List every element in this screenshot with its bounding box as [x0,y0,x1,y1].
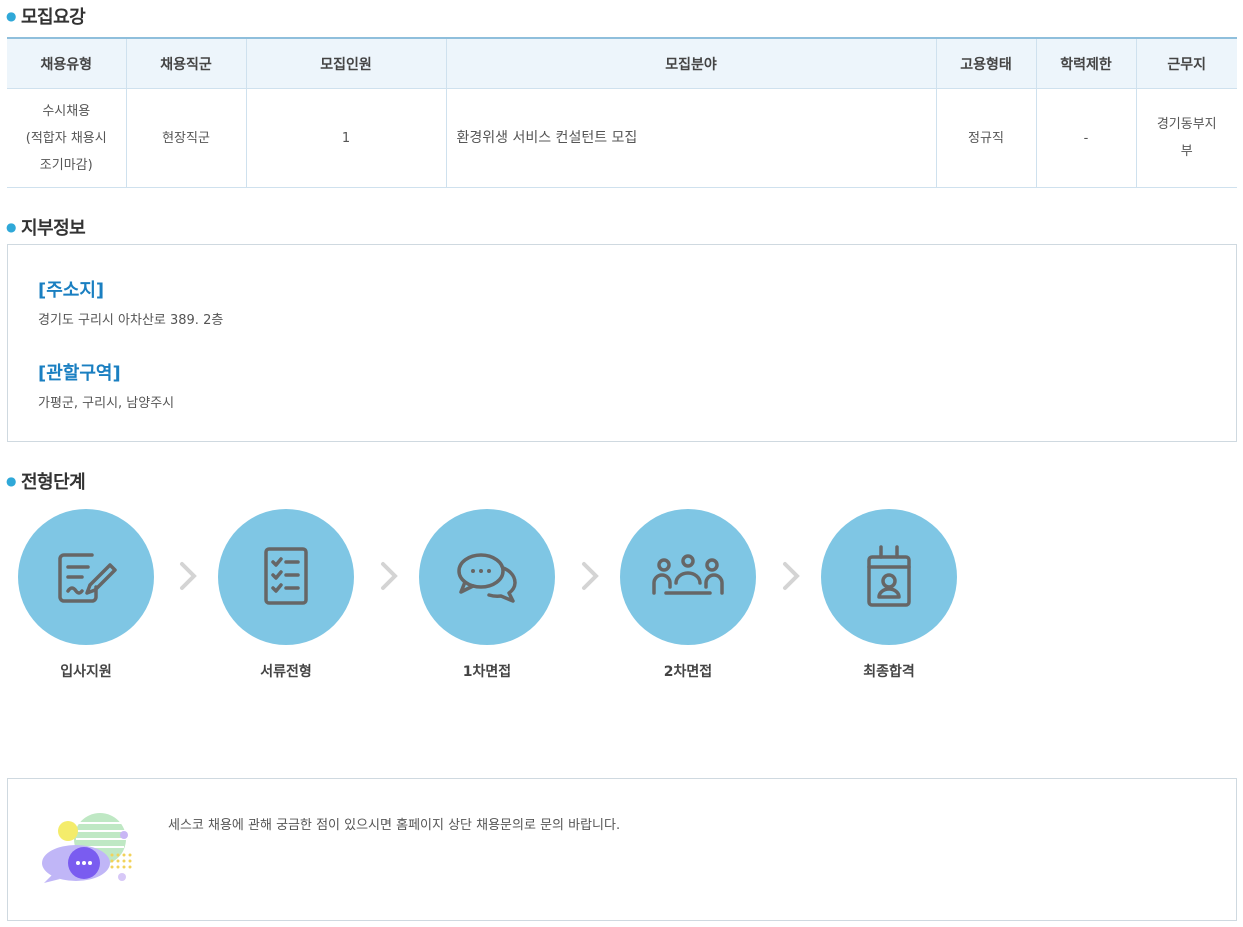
branch-info-box: [주소지] 경기도 구리시 아차산로 389. 2층 [관할구역] 가평군, 구… [7,244,1237,442]
chevron-right-icon [783,562,800,590]
step-circle [18,509,154,645]
cell-group: 현장직군 [126,88,247,188]
id-badge-icon [867,545,911,607]
header-type: 채용유형 [7,37,127,89]
checklist-icon [264,547,308,605]
cell-type: 수시채용 (적합자 채용시 조기마감) [7,88,127,188]
step-label: 2차면접 [663,664,713,680]
step-circle [419,509,555,645]
process-section-title: ● 전형단계 [6,472,86,493]
step-final-pass: 최종합격 [821,509,957,681]
step-application: 입사지원 [18,509,154,681]
chevron-right-icon [381,562,398,590]
step-first-interview: 1차면접 [419,509,555,681]
address-heading: [주소지] [38,280,105,301]
table-row: 수시채용 (적합자 채용시 조기마감) 현장직군 1 환경위생 서비스 컨설턴트… [7,88,1237,188]
header-location: 근무지 [1136,37,1237,89]
chat-bubbles-icon [457,553,517,603]
notice-text: 세스코 채용에 관해 궁금한 점이 있으시면 홈페이지 상단 채용문의로 문의 … [168,818,621,833]
header-count: 모집인원 [246,37,447,89]
chevron-right-icon [582,562,599,590]
header-education: 학력제한 [1036,37,1137,89]
chevron-right-icon [180,562,197,590]
recruit-section-title: ● 모집요강 [6,7,86,28]
step-circle [620,509,756,645]
step-second-interview: 2차면접 [620,509,756,681]
step-label: 1차면접 [462,664,512,680]
step-label: 서류전형 [260,664,312,680]
cell-count: 1 [246,88,447,188]
chat-illustration-icon [42,813,132,883]
step-label: 최종합격 [863,664,915,680]
cell-employment: 정규직 [936,88,1037,188]
step-circle [821,509,957,645]
recruit-table: 채용유형 채용직군 모집인원 모집분야 고용형태 학력제한 근무지 수시채용 (… [7,37,1237,188]
bullet-icon: ● [6,220,16,234]
step-label: 입사지원 [60,664,112,680]
cell-location: 경기동부지 부 [1136,88,1237,188]
header-group: 채용직군 [126,37,247,89]
application-form-icon [58,553,117,603]
table-header-row: 채용유형 채용직군 모집인원 모집분야 고용형태 학력제한 근무지 [7,37,1237,89]
notice-box: 세스코 채용에 관해 궁금한 점이 있으시면 홈페이지 상단 채용문의로 문의 … [7,778,1237,921]
group-meeting-icon [652,554,724,595]
header-employment: 고용형태 [936,37,1037,89]
address-text: 경기도 구리시 아차산로 389. 2층 [38,313,224,328]
bullet-icon: ● [6,474,16,488]
region-heading: [관할구역] [38,363,121,384]
step-document-review: 서류전형 [218,509,354,681]
region-text: 가평군, 구리시, 남양주시 [38,396,175,411]
branch-section-title: ● 지부정보 [6,218,86,239]
cell-field: 환경위생 서비스 컨설턴트 모집 [446,88,937,188]
cell-education: - [1036,88,1137,188]
bullet-icon: ● [6,9,16,23]
header-field: 모집분야 [446,37,937,89]
step-circle [218,509,354,645]
